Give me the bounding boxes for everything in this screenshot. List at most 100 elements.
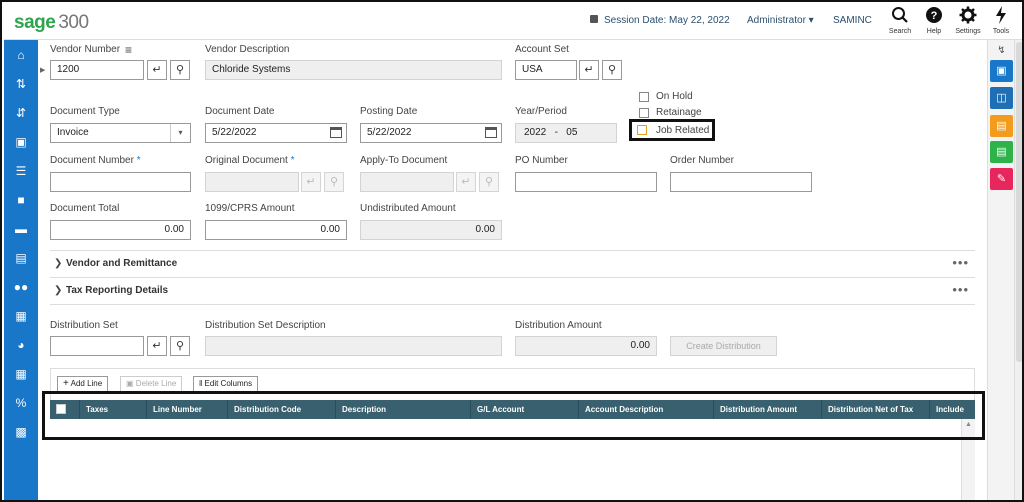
scroll-thumb[interactable] xyxy=(1016,42,1022,362)
account-enter-icon[interactable]: ↵ xyxy=(579,60,599,80)
undistributed-amount-label: Undistributed Amount xyxy=(360,203,456,214)
rail-lightning-icon[interactable]: ↯ xyxy=(990,40,1013,62)
percent-icon[interactable]: % xyxy=(11,394,31,412)
po-number-input[interactable] xyxy=(515,172,657,192)
grid-header-highlight xyxy=(42,391,985,440)
vendor-number-input[interactable]: 1200 xyxy=(50,60,144,80)
posting-date-input[interactable]: 5/22/2022 xyxy=(360,123,502,143)
apply-to-document-label: Apply-To Document xyxy=(360,155,448,166)
distribution-set-label: Distribution Set xyxy=(50,320,118,331)
rail-monitor-icon[interactable]: ◫ xyxy=(990,87,1013,109)
document-type-label: Document Type xyxy=(50,106,120,117)
columns-icon: ‖ xyxy=(199,379,203,388)
calendar-icon[interactable] xyxy=(330,127,342,138)
retainage-label: Retainage xyxy=(656,107,702,118)
rail-report-icon[interactable]: ▤ xyxy=(990,115,1013,137)
chevron-right-icon: ❯ xyxy=(54,285,63,296)
pie-chart-icon[interactable]: ◕ xyxy=(11,336,31,354)
apply-enter-icon: ↵ xyxy=(456,172,476,192)
order-number-label: Order Number xyxy=(670,155,734,166)
add-line-button[interactable]: + Add Line xyxy=(57,376,109,392)
original-finder-icon: ⚲ xyxy=(324,172,344,192)
distribution-set-input[interactable] xyxy=(50,336,144,356)
document-icon[interactable]: ▦ xyxy=(11,307,31,325)
on-hold-checkbox[interactable] xyxy=(639,92,649,102)
apply-finder-icon: ⚲ xyxy=(479,172,499,192)
vendor-description-label: Vendor Description xyxy=(205,44,290,55)
posting-date-label: Posting Date xyxy=(360,106,418,117)
app-logo: sage 300 xyxy=(14,12,89,33)
more-icon[interactable]: ••• xyxy=(952,255,969,270)
trash-icon: ▣ xyxy=(126,379,134,388)
account-finder-icon[interactable]: ⚲ xyxy=(602,60,622,80)
sort-down-icon[interactable]: ⇵ xyxy=(11,104,31,122)
section-tax-reporting[interactable]: ❯ Tax Reporting Details ••• xyxy=(50,277,975,305)
more-icon[interactable]: ••• xyxy=(952,282,969,297)
plus-icon: + xyxy=(63,378,69,389)
document-total-input[interactable]: 0.00 xyxy=(50,220,191,240)
po-number-label: PO Number xyxy=(515,155,568,166)
sort-up-icon[interactable]: ⇅ xyxy=(11,75,31,93)
folder-icon[interactable]: ▬ xyxy=(11,220,31,238)
left-nav: ⌂ ⇅ ⇵ ▣ ☰ ■ ▬ ▤ ●● ▦ ◕ ▦ % ▩ xyxy=(4,40,38,500)
cprs-amount-input[interactable]: 0.00 xyxy=(205,220,347,240)
gear-icon xyxy=(950,6,986,28)
top-bar: sage 300 Session Date: May 22, 2022 Admin… xyxy=(4,4,1022,40)
settings-tool[interactable]: Settings xyxy=(950,6,986,35)
bank-icon[interactable]: ☰ xyxy=(11,162,31,180)
year-period-field: 2022 - 05 xyxy=(515,123,617,143)
rail-document-icon[interactable]: ▤ xyxy=(990,141,1013,163)
posting-calendar-icon[interactable] xyxy=(485,127,497,138)
user-menu[interactable]: Administrator ▾ xyxy=(747,15,814,26)
table-icon[interactable]: ▦ xyxy=(11,365,31,383)
lock-icon xyxy=(590,15,598,23)
enter-icon[interactable]: ↵ xyxy=(147,60,167,80)
distribution-amount-field: 0.00 xyxy=(515,336,657,356)
original-enter-icon: ↵ xyxy=(301,172,321,192)
row-pointer-icon: ▶ xyxy=(40,67,46,74)
distribution-finder-icon[interactable]: ⚲ xyxy=(170,336,190,356)
lock-nav-icon[interactable]: ▣ xyxy=(11,133,31,151)
apply-to-document-input xyxy=(360,172,454,192)
distribution-amount-label: Distribution Amount xyxy=(515,320,602,331)
lightning-icon xyxy=(983,6,1019,28)
delete-line-button[interactable]: ▣ Delete Line xyxy=(120,376,183,392)
finder-search-icon[interactable]: ⚲ xyxy=(170,60,190,80)
menu-icon[interactable]: ≡ xyxy=(125,43,132,57)
briefcase-icon[interactable]: ■ xyxy=(11,191,31,209)
rail-pen-icon[interactable]: ✎ xyxy=(990,168,1013,190)
document-date-input[interactable]: 5/22/2022 xyxy=(205,123,347,143)
vendor-description-field: Chloride Systems xyxy=(205,60,502,80)
app-window: sage 300 Session Date: May 22, 2022 Admin… xyxy=(0,0,1024,502)
distribution-enter-icon[interactable]: ↵ xyxy=(147,336,167,356)
home-icon[interactable]: ⌂ xyxy=(11,46,31,64)
session-date[interactable]: Session Date: May 22, 2022 xyxy=(590,15,730,26)
users-icon[interactable]: ●● xyxy=(11,278,31,296)
vendor-number-label: Vendor Number xyxy=(50,44,121,55)
create-distribution-button[interactable]: Create Distribution xyxy=(670,336,777,356)
retainage-checkbox[interactable] xyxy=(639,108,649,118)
job-related-checkbox[interactable] xyxy=(637,125,647,135)
server-icon[interactable]: ▤ xyxy=(11,249,31,267)
help-icon: ? xyxy=(916,6,952,28)
document-number-input[interactable] xyxy=(50,172,191,192)
distribution-desc-field xyxy=(205,336,502,356)
search-tool[interactable]: Search xyxy=(882,6,918,35)
document-type-select[interactable]: Invoice ▾ xyxy=(50,123,191,143)
account-set-input[interactable]: USA xyxy=(515,60,577,80)
tools-menu[interactable]: Tools xyxy=(983,6,1019,35)
section-vendor-remittance[interactable]: ❯ Vendor and Remittance ••• xyxy=(50,250,975,277)
edit-columns-button[interactable]: ‖ Edit Columns xyxy=(193,376,259,392)
page-scrollbar[interactable] xyxy=(1014,40,1022,500)
order-number-input[interactable] xyxy=(670,172,812,192)
job-related-label: Job Related xyxy=(656,125,710,136)
rail-window-icon[interactable]: ▣ xyxy=(990,60,1013,82)
original-document-label: Original Document * xyxy=(205,155,295,166)
original-document-input xyxy=(205,172,299,192)
chevron-right-icon: ❯ xyxy=(54,258,63,269)
cprs-amount-label: 1099/CPRS Amount xyxy=(205,203,295,214)
undistributed-amount-field: 0.00 xyxy=(360,220,502,240)
year-period-label: Year/Period xyxy=(515,106,567,117)
bar-chart-icon[interactable]: ▩ xyxy=(11,423,31,441)
help-tool[interactable]: ? Help xyxy=(916,6,952,35)
